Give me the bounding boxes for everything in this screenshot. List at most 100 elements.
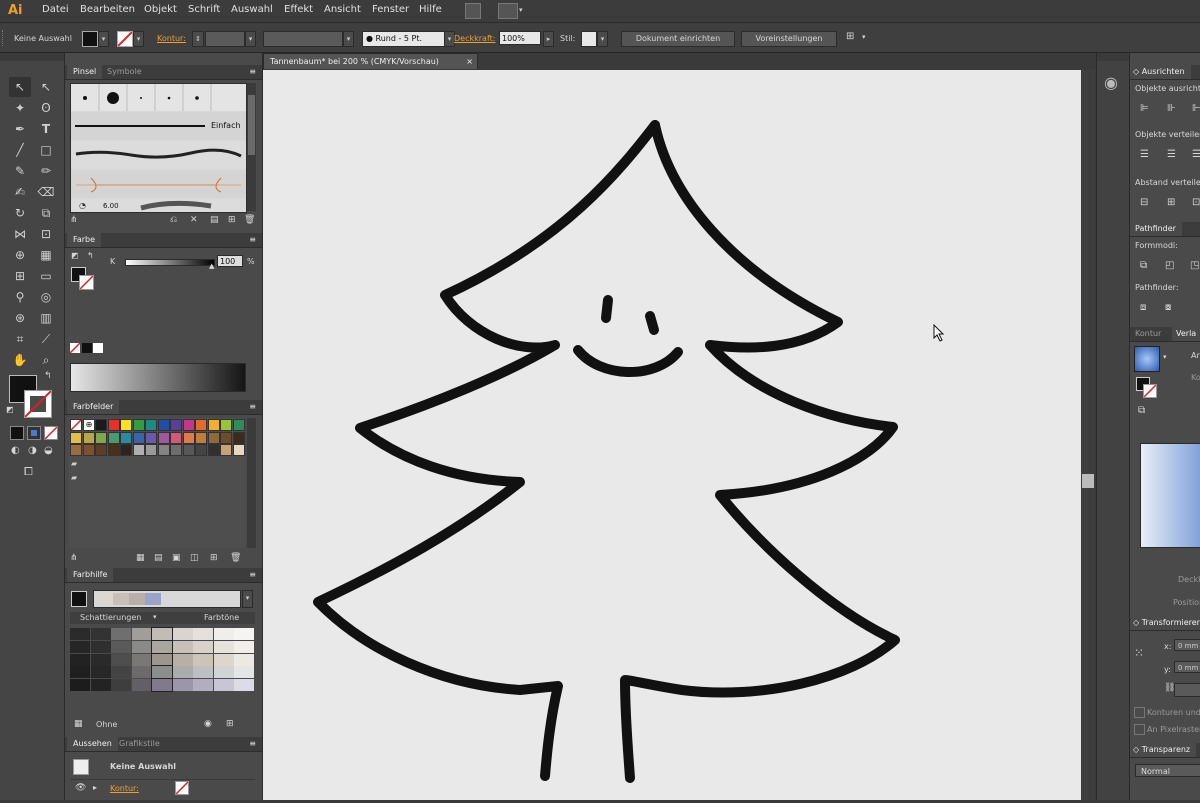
column-graph-tool-icon[interactable]: ▥ xyxy=(35,308,57,328)
brushes-scrollbar[interactable] xyxy=(247,83,256,211)
swatch-folder-icon[interactable]: ▰ xyxy=(71,459,77,468)
menu-objekt[interactable]: Objekt xyxy=(144,4,177,15)
distribute-bottom-icon[interactable]: ☰ xyxy=(1192,149,1200,160)
color-spectrum[interactable] xyxy=(70,363,246,392)
guide-swatch[interactable] xyxy=(131,628,152,640)
swatch-none[interactable] xyxy=(70,419,82,431)
guide-swatch[interactable] xyxy=(90,679,111,692)
swatch[interactable] xyxy=(95,431,107,444)
panel-menu-icon[interactable]: ≡ xyxy=(249,737,256,751)
none-color-chip[interactable] xyxy=(70,343,80,353)
brush-options-icon[interactable]: ▤ xyxy=(210,215,219,225)
align-to-icon[interactable]: ⊡ xyxy=(1192,197,1200,208)
swatch-library-icon[interactable]: ⋔ xyxy=(70,553,78,563)
gradient-tool-icon[interactable]: ▭ xyxy=(35,266,57,286)
guide-swatch[interactable] xyxy=(151,665,173,680)
tab-appearance[interactable]: Aussehen xyxy=(67,737,118,751)
guide-swatch[interactable] xyxy=(111,679,131,692)
guide-swatch[interactable] xyxy=(111,653,131,666)
swatches-scrollbar[interactable] xyxy=(247,418,256,548)
opacity-dropdown[interactable]: ▸ xyxy=(543,31,554,47)
tab-brushes[interactable]: Pinsel xyxy=(67,65,103,79)
blend-tool-icon[interactable]: ◎ xyxy=(35,287,57,307)
limit-swatches-icon[interactable]: ▦ xyxy=(74,719,83,729)
appearance-stroke-label[interactable]: Kontur: xyxy=(110,784,139,793)
bridge-icon[interactable] xyxy=(465,3,481,19)
guide-swatch[interactable] xyxy=(234,640,254,653)
swatch[interactable] xyxy=(170,431,182,444)
x-field[interactable]: 0 mm xyxy=(1174,639,1200,651)
tab-color-guide[interactable]: Farbhilfe xyxy=(67,568,114,582)
screen-mode-icon[interactable]: ⧠ xyxy=(24,465,33,479)
swatch[interactable] xyxy=(170,444,182,456)
brush-library-icon[interactable]: ⋔ xyxy=(70,215,78,225)
appearance-stroke-swatch[interactable] xyxy=(175,781,189,795)
guide-swatch[interactable] xyxy=(70,653,90,666)
swatch[interactable] xyxy=(120,431,132,444)
registration-swatch-icon[interactable]: ⊕ xyxy=(83,419,95,431)
opacity-label[interactable]: Deckkraft: xyxy=(454,34,495,43)
draw-normal-icon[interactable]: ◐ xyxy=(11,445,20,456)
save-color-group-icon[interactable]: ⊞ xyxy=(226,719,234,729)
guide-swatch[interactable] xyxy=(151,678,173,693)
swatch-folder-icon[interactable]: ▰ xyxy=(71,473,77,482)
stroke-label[interactable]: Kontur: xyxy=(157,34,186,43)
default-colors-icon[interactable]: ◩ xyxy=(6,405,14,414)
distribute-top-icon[interactable]: ☰ xyxy=(1140,149,1149,160)
christmas-tree-drawing[interactable] xyxy=(263,70,1081,800)
swatch[interactable] xyxy=(207,444,220,456)
guide-swatch[interactable] xyxy=(193,666,213,679)
brush-definition[interactable]: ● Rund - 5 Pt. xyxy=(362,31,446,47)
tab-transparency[interactable]: ◇ Transparenz xyxy=(1130,743,1197,757)
edit-colors-icon[interactable]: ◉ xyxy=(204,719,212,729)
swatch-kinds-icon[interactable]: ▦ xyxy=(136,553,145,563)
selection-tool-icon[interactable]: ↖ xyxy=(9,77,31,97)
guide-swatch[interactable] xyxy=(90,628,111,640)
guide-swatch[interactable] xyxy=(213,640,234,653)
pen-tool-icon[interactable]: ✒ xyxy=(9,119,31,139)
guide-swatch[interactable] xyxy=(70,679,90,692)
arrange-icon[interactable]: ⊞ xyxy=(846,31,854,42)
fill-dropdown[interactable]: ▾ xyxy=(98,31,109,47)
distribute-center-icon[interactable]: ☰ xyxy=(1167,149,1176,160)
width-profile-dropdown[interactable]: ▾ xyxy=(343,31,354,47)
height-field[interactable] xyxy=(1174,683,1200,697)
swatch[interactable] xyxy=(120,419,132,431)
scale-strokes-checkbox[interactable] xyxy=(1134,707,1145,718)
guide-swatch[interactable] xyxy=(151,627,173,641)
intersect-icon[interactable]: ◳ xyxy=(1190,260,1199,271)
swatch[interactable] xyxy=(82,444,95,456)
swatch[interactable] xyxy=(182,431,195,444)
harmony-color[interactable] xyxy=(97,593,113,605)
y-field[interactable]: 0 mm xyxy=(1174,661,1200,673)
free-transform-tool-icon[interactable]: ⊡ xyxy=(35,224,57,244)
guide-swatch[interactable] xyxy=(70,666,90,679)
guide-swatch[interactable] xyxy=(151,639,173,654)
reference-point-icon[interactable]: ⁙ xyxy=(1134,646,1144,660)
white-chip[interactable] xyxy=(93,343,103,353)
guide-swatch[interactable] xyxy=(90,666,111,679)
guide-swatch[interactable] xyxy=(131,640,152,653)
panel-menu-icon[interactable]: ≡ xyxy=(249,65,256,79)
stroke-dropdown[interactable]: ▾ xyxy=(133,31,144,47)
swatch[interactable] xyxy=(220,444,232,456)
swatch[interactable] xyxy=(232,431,245,444)
guide-swatch[interactable] xyxy=(172,628,193,640)
tab-pathfinder[interactable]: Pathfinder xyxy=(1130,222,1182,236)
swatch[interactable] xyxy=(70,444,82,456)
guide-swatch[interactable] xyxy=(213,653,234,666)
swatch[interactable] xyxy=(182,444,195,456)
swatch[interactable] xyxy=(232,444,245,456)
color-stroke-box[interactable] xyxy=(79,275,94,290)
swatch[interactable] xyxy=(145,431,157,444)
swatch[interactable] xyxy=(95,419,107,431)
stroke-weight-dropdown[interactable]: ▾ xyxy=(245,31,256,47)
unite-icon[interactable]: ⧉ xyxy=(1140,260,1147,271)
variable-width-profile[interactable] xyxy=(263,31,343,47)
navigator-icon[interactable]: ◉ xyxy=(1104,73,1118,92)
black-chip[interactable] xyxy=(82,343,92,353)
visibility-eye-icon[interactable]: 👁 xyxy=(75,783,86,793)
swatch[interactable] xyxy=(220,419,232,431)
guide-swatch[interactable] xyxy=(172,653,193,666)
guide-swatch[interactable] xyxy=(193,653,213,666)
